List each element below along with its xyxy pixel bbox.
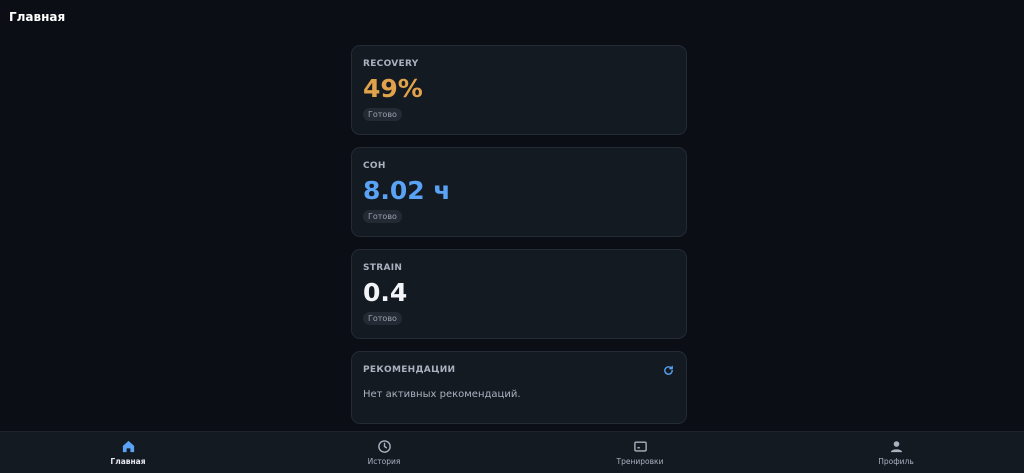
app-root: Главная RECOVERY 49% Готово СОН 8.02 ч Г…	[0, 0, 1024, 473]
sleep-value: 8.02 ч	[363, 176, 451, 205]
cards-column: RECOVERY 49% Готово СОН 8.02 ч Готово ST…	[351, 45, 687, 436]
recommendations-card: РЕКОМЕНДАЦИИ Нет активных рекомендаций.	[351, 351, 687, 424]
clock-icon	[377, 440, 391, 453]
refresh-icon[interactable]	[663, 365, 674, 376]
tab-home[interactable]: Главная	[0, 432, 256, 473]
home-icon	[122, 440, 134, 453]
tab-profile[interactable]: Профиль	[768, 432, 1024, 473]
recommendations-label: РЕКОМЕНДАЦИИ	[363, 365, 456, 375]
sleep-label: СОН	[363, 161, 386, 171]
strain-label: STRAIN	[363, 263, 403, 273]
tab-history-label: История	[367, 457, 401, 466]
recovery-value: 49%	[363, 74, 423, 103]
tab-home-label: Главная	[110, 457, 146, 466]
tab-profile-label: Профиль	[878, 457, 914, 466]
recovery-status-badge: Готово	[363, 108, 402, 121]
workout-icon	[633, 441, 647, 452]
recommendations-empty-text: Нет активных рекомендаций.	[363, 389, 521, 400]
tab-workouts-label: Тренировки	[616, 457, 664, 466]
sleep-card[interactable]: СОН 8.02 ч Готово	[351, 147, 687, 237]
tab-workouts[interactable]: Тренировки	[512, 432, 768, 473]
recovery-label: RECOVERY	[363, 59, 419, 69]
tab-history[interactable]: История	[256, 432, 512, 473]
person-icon	[890, 441, 902, 453]
recovery-card[interactable]: RECOVERY 49% Готово	[351, 45, 687, 135]
strain-value: 0.4	[363, 278, 408, 307]
strain-card[interactable]: STRAIN 0.4 Готово	[351, 249, 687, 339]
sleep-status-badge: Готово	[363, 210, 402, 223]
strain-status-badge: Готово	[363, 312, 402, 325]
bottom-tab-bar: Главная История Тренировки Профиль	[0, 431, 1024, 473]
page-title: Главная	[9, 10, 66, 24]
